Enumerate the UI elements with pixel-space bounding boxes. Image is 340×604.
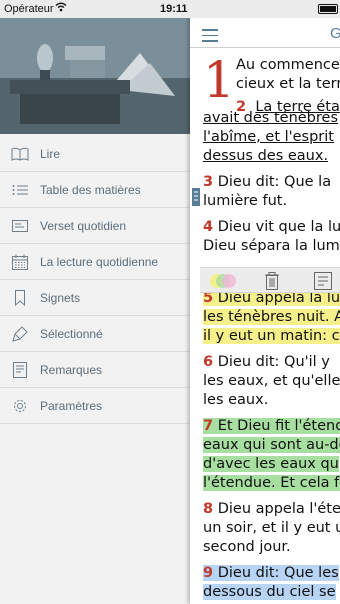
sidebar-item-bookmarks[interactable]: Signets <box>0 280 190 316</box>
header-divider <box>190 47 340 48</box>
verse-line: lumière fut. <box>203 193 288 209</box>
verse-5[interactable]: 5 Dieu appela la lu les ténèbres nuit. A… <box>203 289 340 346</box>
verse-line: second jour. <box>203 539 291 555</box>
verse-line: il y eut un matin: c <box>203 328 340 344</box>
verse-3[interactable]: 3 Dieu dit: Que la lumière fut. <box>203 173 340 211</box>
menu-icon[interactable] <box>202 29 218 42</box>
verse-7[interactable]: 7 Et Dieu fit l'étend eaux qui sont au-d… <box>203 417 340 493</box>
verse-number: 9 <box>203 565 214 581</box>
sidebar-item-label: Lire <box>40 146 61 161</box>
bible-text[interactable]: 1 Au commence cieux et la terr 2 La terr… <box>203 52 340 604</box>
verse-line: dessous du ciel se <box>203 584 336 600</box>
sidebar-item-label: Remarques <box>40 362 103 377</box>
card-icon <box>0 208 40 244</box>
sidebar-item-daily-reading[interactable]: La lecture quotidienne <box>0 244 190 280</box>
verse-8[interactable]: 8 Dieu appela l'éte un soir, et il y eut… <box>203 500 340 557</box>
notes-icon <box>0 352 40 388</box>
color-picker-icon[interactable] <box>208 271 238 291</box>
verse-line: Dieu sépara la lum <box>203 238 340 254</box>
verse-9[interactable]: 9 Dieu dit: Que les dessous du ciel se <box>203 564 340 602</box>
verse-number: 2 <box>236 99 247 115</box>
verse-line: Dieu dit: Qu'il y <box>217 354 330 370</box>
verse-line: l'abîme, et l'esprit <box>203 129 334 145</box>
sidebar-item-label: Paramètres <box>40 398 103 413</box>
sidebar-menu: Lire Table des matières Verset quotidien… <box>0 136 190 424</box>
sidebar-item-settings[interactable]: Paramètres <box>0 388 190 424</box>
carrier-label: Opérateur <box>4 3 54 15</box>
sidebar-item-notes[interactable]: Remarques <box>0 352 190 388</box>
reader-panel: G 1 Au commence cieux et la terr 2 La te… <box>190 0 340 604</box>
verse-line: Dieu appela l'éte <box>217 501 340 517</box>
verse-line: eaux qui sont au-de <box>203 437 340 453</box>
verse-line: l'étendue. Et cela fu <box>203 475 340 491</box>
sidebar-item-label: Sélectionné <box>40 326 103 341</box>
verse-line: d'avec les eaux qu <box>203 456 339 472</box>
gear-icon <box>0 388 40 424</box>
sidebar-item-selected[interactable]: Sélectionné <box>0 316 190 352</box>
verse-number: 4 <box>203 219 214 235</box>
wifi-icon <box>55 2 67 15</box>
highlighter-icon <box>0 316 40 352</box>
chapter-number: 1 <box>203 51 235 109</box>
verse-number: 7 <box>203 418 214 434</box>
verse-line: les eaux, et qu'elle <box>203 373 340 389</box>
list-icon <box>0 172 40 208</box>
header-image <box>0 18 190 134</box>
trash-icon[interactable] <box>264 271 280 291</box>
verse-6[interactable]: 6 Dieu dit: Qu'il y les eaux, et qu'elle… <box>203 353 340 410</box>
sidebar-item-label: La lecture quotidienne <box>40 254 159 269</box>
verse-number: 3 <box>203 174 214 190</box>
book-open-icon <box>0 136 40 172</box>
sidebar-item-label: Signets <box>40 290 81 305</box>
verse-line: un soir, et il y eut u <box>203 520 340 536</box>
verse-1[interactable]: 1 Au commence cieux et la terr 2 La terr… <box>203 51 340 115</box>
verse-line: Dieu vit que la lu <box>217 219 340 235</box>
verse-line: dessus des eaux. <box>203 148 329 164</box>
verse-number: 6 <box>203 354 214 370</box>
status-bar: Opérateur 19:11 <box>0 0 340 18</box>
verse-line: cieux et la terr <box>236 76 340 92</box>
selection-toolbar <box>200 267 340 293</box>
verse-2[interactable]: avait des ténèbres l'abîme, et l'esprit … <box>203 109 340 166</box>
verse-line: Et Dieu fit l'étend <box>217 418 340 434</box>
sidebar-item-label: Table des matières <box>40 182 141 197</box>
verse-number: 8 <box>203 501 214 517</box>
verse-line: Dieu dit: Que les <box>217 565 339 581</box>
verse-line: La terre éta <box>255 99 340 115</box>
verse-line: Dieu dit: Que la <box>217 174 332 190</box>
verse-line: les ténèbres nuit. A <box>203 309 340 325</box>
book-title[interactable]: G <box>330 25 340 42</box>
bookmark-tab-icon[interactable] <box>192 188 200 206</box>
sidebar-item-contents[interactable]: Table des matières <box>0 172 190 208</box>
sidebar-item-label: Verset quotidien <box>40 218 127 233</box>
verse-4[interactable]: 4 Dieu vit que la lu Dieu sépara la lum <box>203 218 340 256</box>
sidebar-item-daily-verse[interactable]: Verset quotidien <box>0 208 190 244</box>
calendar-icon <box>0 244 40 280</box>
sidebar: Lire Table des matières Verset quotidien… <box>0 0 190 604</box>
battery-icon <box>318 4 338 14</box>
note-icon[interactable] <box>314 271 332 291</box>
verse-line: Au commence <box>236 57 340 73</box>
clock: 19:11 <box>160 3 188 15</box>
verse-line: les eaux. <box>203 392 269 408</box>
sidebar-item-read[interactable]: Lire <box>0 136 190 172</box>
bookmark-icon <box>0 280 40 316</box>
